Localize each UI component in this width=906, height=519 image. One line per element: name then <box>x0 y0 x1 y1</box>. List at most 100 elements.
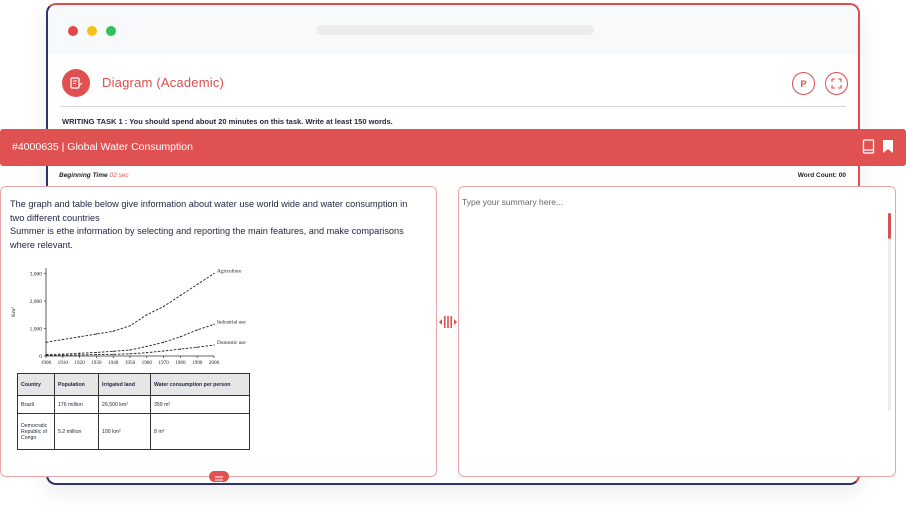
data-point <box>112 350 114 352</box>
x-tick-label: 1910 <box>58 360 69 366</box>
x-tick-label: 1900 <box>41 360 52 366</box>
data-point <box>179 336 181 338</box>
data-point <box>163 305 165 308</box>
beginning-time: Beginning Time 02 sec <box>59 172 129 179</box>
close-dot-icon[interactable] <box>68 26 78 36</box>
data-point <box>79 354 81 356</box>
task-instruction: WRITING TASK 1 : You should spend about … <box>62 117 393 126</box>
data-point <box>129 353 131 355</box>
table-cell: 100 km² <box>98 413 151 450</box>
beginning-time-value: 02 sec <box>109 172 129 179</box>
word-count-value: 00 <box>838 172 846 179</box>
page-title: Diagram (Academic) <box>102 75 225 90</box>
answer-panel <box>458 186 896 477</box>
x-tick-label: 1950 <box>125 360 136 366</box>
data-point <box>146 345 148 347</box>
table-cell: Democratic Republic of Congo <box>17 413 55 450</box>
question-title: #4000635 | Global Water Consumption <box>12 141 193 153</box>
address-bar[interactable] <box>316 25 594 35</box>
fullscreen-button[interactable] <box>825 72 848 95</box>
data-point <box>45 341 47 343</box>
data-point <box>62 354 64 356</box>
data-point <box>112 353 114 355</box>
data-point <box>213 272 215 275</box>
table-cell: 26,500 km² <box>98 395 151 414</box>
data-point <box>163 341 165 343</box>
series-label: Domestic use <box>217 340 246 346</box>
table-cell: 8 m³ <box>150 413 250 450</box>
header-divider <box>60 106 846 107</box>
drag-lines-icon <box>215 476 223 481</box>
data-point <box>179 348 181 350</box>
data-point <box>179 294 181 297</box>
x-tick-label: 1930 <box>91 360 102 366</box>
prompt-line-2: Summer is ethe information by selecting … <box>10 226 404 250</box>
y-axis-label: Km³ <box>11 307 17 317</box>
series-label: Agriculture <box>217 269 242 275</box>
table-header: Water consumption per person <box>150 373 250 396</box>
x-tick-label: 1990 <box>192 360 203 366</box>
resize-arrows-icon <box>439 316 457 328</box>
data-point <box>95 351 97 354</box>
edit-document-icon <box>62 69 90 97</box>
bookmark-icon[interactable] <box>882 139 894 159</box>
word-count-label: Word Count: <box>797 172 837 179</box>
word-count: Word Count: 00 <box>798 172 846 179</box>
data-point <box>79 336 81 338</box>
water-consumption-table: Country Population Irrigated land Water … <box>17 373 250 450</box>
table-header: Irrigated land <box>98 373 151 396</box>
beginning-time-label: Beginning Time <box>59 172 108 179</box>
table-cell: 359 m³ <box>150 395 250 414</box>
data-point <box>62 353 64 355</box>
question-panel: The graph and table below give informati… <box>0 186 437 477</box>
scrollbar-thumb[interactable] <box>888 213 891 239</box>
x-tick-label: 1970 <box>158 360 169 366</box>
data-point <box>196 329 198 331</box>
data-point <box>213 344 215 346</box>
data-point <box>146 352 148 354</box>
data-point <box>196 346 198 348</box>
y-tick-label: 1,000 <box>30 327 43 333</box>
bottom-resize-handle[interactable] <box>209 471 229 482</box>
data-point <box>79 352 81 354</box>
x-tick-label: 1980 <box>175 360 186 366</box>
summary-input[interactable] <box>462 197 882 469</box>
data-point <box>146 314 148 316</box>
maximize-dot-icon[interactable] <box>106 26 116 36</box>
table-cell: 176 million <box>54 395 99 414</box>
data-point <box>129 349 131 351</box>
book-icon[interactable] <box>862 139 875 159</box>
expand-icon <box>831 78 842 89</box>
y-tick-label: 2,000 <box>30 299 43 305</box>
x-tick-label: 2000 <box>209 360 220 366</box>
table-cell: 5.2 million <box>54 413 99 450</box>
water-use-chart: 01,0002,0003,0001900 1910 1920 1930 1940 1950… <box>11 268 246 366</box>
table-cell: Brazil <box>17 395 55 414</box>
table-row: Democratic Republic of Congo 5.2 million… <box>17 413 250 450</box>
y-tick-label: 3,000 <box>30 272 43 278</box>
table-row: Brazil 176 million 26,500 km² 359 m³ <box>17 395 250 414</box>
x-tick-label: 1960 <box>142 360 153 366</box>
table-header: Population <box>54 373 99 396</box>
series-label: Industrial use <box>217 319 246 325</box>
x-tick-label: 1920 <box>74 360 85 366</box>
x-tick-label: 1940 <box>108 360 119 366</box>
scrollbar[interactable] <box>888 213 891 411</box>
data-point <box>129 325 131 327</box>
prompt-line-1: The graph and table below give informati… <box>10 199 408 223</box>
data-point <box>196 283 198 286</box>
data-point <box>112 330 114 332</box>
data-point <box>213 323 215 325</box>
minimize-dot-icon[interactable] <box>87 26 97 36</box>
data-point <box>95 354 97 356</box>
prompt-text: The graph and table below give informati… <box>10 198 420 252</box>
table-header: Country <box>17 373 55 396</box>
series-line-1 <box>45 273 215 343</box>
data-point <box>62 338 64 341</box>
browser-titlebar <box>48 5 858 55</box>
data-point <box>163 350 165 352</box>
p-button[interactable]: P <box>792 72 815 95</box>
resize-handle[interactable] <box>438 315 458 329</box>
table-header-row: Country Population Irrigated land Water … <box>17 373 250 396</box>
data-point <box>95 333 97 335</box>
